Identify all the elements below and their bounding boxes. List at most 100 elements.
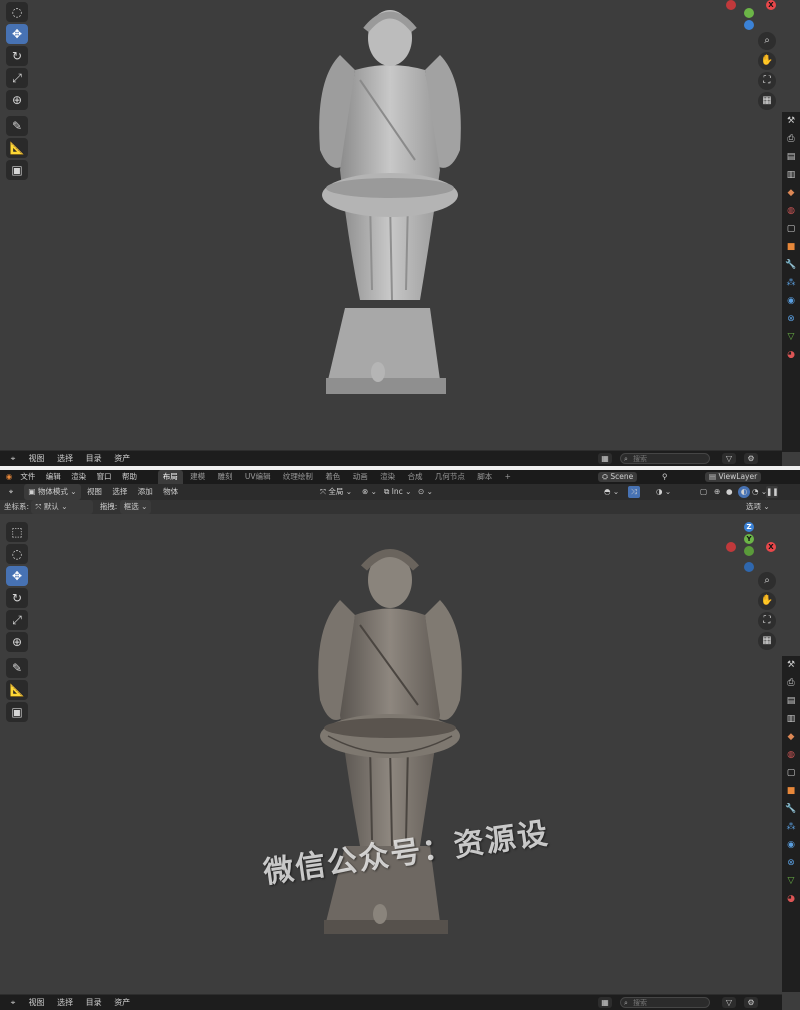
measure-tool[interactable]: 📐: [6, 138, 28, 158]
footer-menu-assets[interactable]: 资产: [114, 454, 130, 463]
filter-icon[interactable]: ▽: [722, 453, 736, 464]
proportional-edit-icon[interactable]: ⊙ ⌄: [418, 484, 433, 500]
tab-scripting[interactable]: 脚本: [472, 470, 497, 484]
tab-geometry-nodes[interactable]: 几何节点: [430, 470, 470, 484]
gizmo-neg-x[interactable]: [726, 0, 736, 10]
menu-edit[interactable]: 编辑: [46, 470, 61, 484]
physics-tab-icon[interactable]: ◉: [782, 292, 800, 310]
modifier-tab-icon[interactable]: 🔧: [782, 256, 800, 274]
transform-tool[interactable]: ⊕: [6, 90, 28, 110]
footer-grid-icon[interactable]: ▦: [598, 997, 612, 1008]
gizmo-y[interactable]: [744, 8, 754, 18]
gizmo-y[interactable]: Y: [744, 534, 754, 544]
tab-compositing[interactable]: 合成: [402, 470, 427, 484]
footer-search-input[interactable]: ⌕ 搜索: [620, 997, 710, 1008]
tool-tab-icon[interactable]: ⚒: [782, 112, 800, 130]
bottom-viewport[interactable]: ◉ 文件 编辑 渲染 窗口 帮助 布局 建模 雕刻 UV编辑 纹理绘制 着色 动…: [0, 470, 800, 1010]
solid-shading-icon[interactable]: ●: [726, 484, 733, 500]
annotate-tool[interactable]: ✎: [6, 658, 28, 678]
view-layer-tab-icon[interactable]: ▥: [782, 166, 800, 184]
cursor-tool[interactable]: ◌: [6, 2, 28, 22]
vp-menu-object[interactable]: 物体: [163, 484, 178, 500]
settings-gear-icon[interactable]: ⚙: [744, 453, 758, 464]
modifier-tab-icon[interactable]: 🔧: [782, 800, 800, 818]
menu-render[interactable]: 渲染: [71, 470, 86, 484]
footer-menu-select[interactable]: 选择: [57, 454, 73, 463]
add-cube-tool[interactable]: ▣: [6, 160, 28, 180]
vp-menu-add[interactable]: 添加: [138, 484, 153, 500]
scale-tool[interactable]: ⤢: [6, 68, 28, 88]
view-layer-selector[interactable]: ▤ ViewLayer: [705, 472, 762, 482]
rotate-tool[interactable]: ↻: [6, 46, 28, 66]
options-dropdown[interactable]: 选项 ⌄: [746, 500, 770, 514]
tab-uv-editing[interactable]: UV编辑: [240, 470, 276, 484]
menu-file[interactable]: 文件: [20, 470, 35, 484]
gizmo-toggle-icon[interactable]: ⤨: [628, 486, 640, 498]
annotate-tool[interactable]: ✎: [6, 116, 28, 136]
object-tab-icon[interactable]: ■: [782, 782, 800, 800]
object-tab-icon[interactable]: ■: [782, 238, 800, 256]
footer-menu-view[interactable]: 视图: [29, 998, 45, 1007]
footer-menu-assets[interactable]: 资产: [114, 998, 130, 1007]
pin-icon[interactable]: ⚲: [662, 470, 668, 484]
render-tab-icon[interactable]: ⎙: [782, 130, 800, 148]
constraints-tab-icon[interactable]: ⊗: [782, 854, 800, 872]
editor-type-icon[interactable]: ⌖: [0, 484, 22, 500]
world-tab-icon[interactable]: ◍: [782, 202, 800, 220]
output-tab-icon[interactable]: ▤: [782, 692, 800, 710]
settings-gear-icon[interactable]: ⚙: [744, 997, 758, 1008]
gizmo-neg-z[interactable]: [744, 562, 754, 572]
tool-tab-icon[interactable]: ⚒: [782, 656, 800, 674]
tab-layout[interactable]: 布局: [157, 470, 183, 484]
scene-tab-icon[interactable]: ◆: [782, 184, 800, 202]
camera-view-icon[interactable]: ⛶: [758, 612, 776, 630]
visibility-icon[interactable]: ◓ ⌄: [604, 484, 619, 500]
footer-menu-select[interactable]: 选择: [57, 998, 73, 1007]
add-workspace-button[interactable]: +: [500, 470, 516, 484]
particles-tab-icon[interactable]: ⁂: [782, 274, 800, 292]
pivot-icon[interactable]: ⊗ ⌄: [362, 484, 377, 500]
move-tool[interactable]: ✥: [6, 566, 28, 586]
data-tab-icon[interactable]: ▽: [782, 872, 800, 890]
footer-menu-catalog[interactable]: 目录: [86, 998, 102, 1007]
add-cube-tool[interactable]: ▣: [6, 702, 28, 722]
transform-orientation-selector[interactable]: ⤧ 全局 ⌄: [320, 484, 352, 500]
move-tool[interactable]: ✥: [6, 24, 28, 44]
world-tab-icon[interactable]: ◍: [782, 746, 800, 764]
tab-rendering[interactable]: 渲染: [375, 470, 400, 484]
vp-menu-view[interactable]: 视图: [87, 484, 102, 500]
particles-tab-icon[interactable]: ⁂: [782, 818, 800, 836]
tab-texture-paint[interactable]: 纹理绘制: [278, 470, 318, 484]
overlay-icon[interactable]: ◑ ⌄: [656, 484, 671, 500]
editor-type-icon[interactable]: ⌖: [0, 451, 26, 466]
footer-menu-view[interactable]: 视图: [29, 454, 45, 463]
render-tab-icon[interactable]: ⎙: [782, 674, 800, 692]
rotate-tool[interactable]: ↻: [6, 588, 28, 608]
gizmo-x[interactable]: X: [766, 0, 776, 10]
physics-tab-icon[interactable]: ◉: [782, 836, 800, 854]
measure-tool[interactable]: 📐: [6, 680, 28, 700]
tab-animation[interactable]: 动画: [348, 470, 373, 484]
footer-grid-icon[interactable]: ▦: [598, 453, 612, 464]
menu-window[interactable]: 窗口: [97, 470, 112, 484]
tab-shading[interactable]: 着色: [320, 470, 345, 484]
cursor-tool[interactable]: ◌: [6, 544, 28, 564]
zoom-icon[interactable]: ⌕: [758, 32, 776, 50]
gizmo-x[interactable]: X: [766, 542, 776, 552]
ortho-grid-icon[interactable]: ▦: [758, 632, 776, 650]
footer-menu-catalog[interactable]: 目录: [86, 454, 102, 463]
material-tab-icon[interactable]: ◕: [782, 346, 800, 364]
scale-tool[interactable]: ⤢: [6, 610, 28, 630]
pause-render-icon[interactable]: ❚❚: [766, 486, 779, 498]
transform-tool[interactable]: ⊕: [6, 632, 28, 652]
xray-icon[interactable]: ▢: [700, 484, 707, 500]
footer-search-input[interactable]: ⌕ 搜索: [620, 453, 710, 464]
material-tab-icon[interactable]: ◕: [782, 890, 800, 908]
camera-view-icon[interactable]: ⛶: [758, 72, 776, 90]
tab-sculpting[interactable]: 雕刻: [213, 470, 238, 484]
view-layer-tab-icon[interactable]: ▥: [782, 710, 800, 728]
zoom-icon[interactable]: ⌕: [758, 572, 776, 590]
pan-hand-icon[interactable]: ✋: [758, 592, 776, 610]
output-tab-icon[interactable]: ▤: [782, 148, 800, 166]
coord-selector[interactable]: ⤧ 默认 ⌄: [31, 500, 94, 514]
